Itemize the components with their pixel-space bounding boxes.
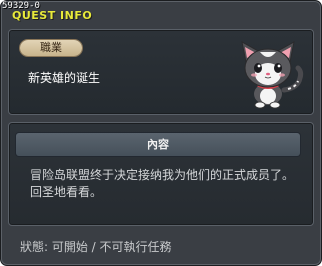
cat-pet-icon — [241, 41, 304, 109]
content-header: 內容 — [16, 133, 300, 156]
window-title: QUEST INFO — [12, 9, 93, 22]
quest-name: 新英雄的诞生 — [28, 71, 101, 85]
quest-description: 冒险岛联盟终于决定接纳我为他们的正式成员了。回圣地看看。 — [30, 168, 295, 199]
quest-status: 狀態: 可開始 / 不可執行任務 — [20, 240, 172, 254]
job-badge: 職業 — [20, 40, 82, 56]
